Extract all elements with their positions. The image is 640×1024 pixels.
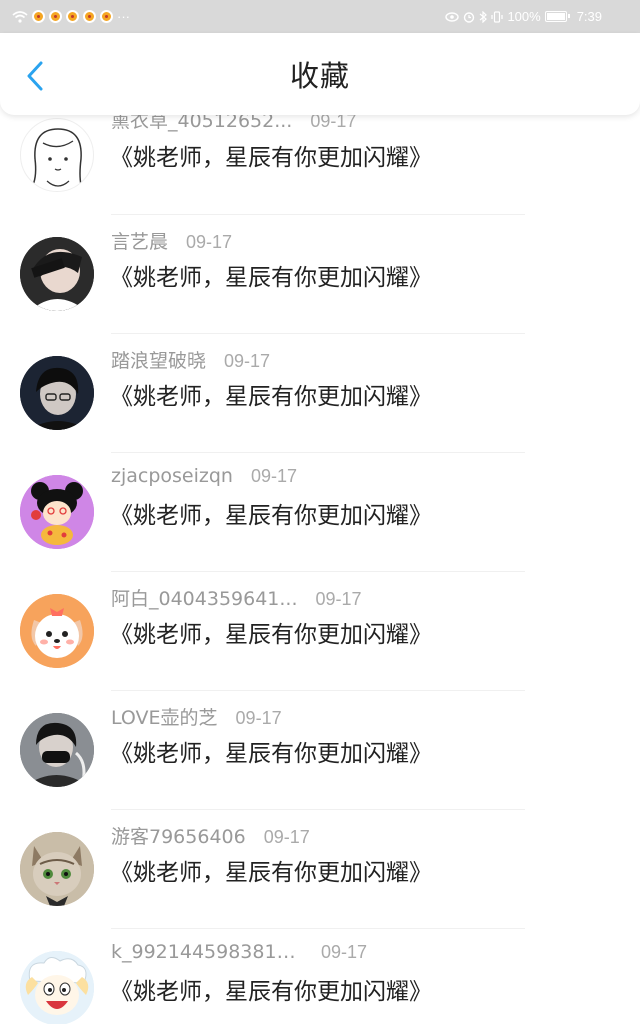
list-item[interactable]: 言艺晨 09-17 《姚老师，星辰有你更加闪耀》 <box>0 215 640 334</box>
notification-icon <box>83 10 96 23</box>
wifi-icon <box>12 10 28 23</box>
nav-header: 收藏 <box>0 33 640 115</box>
vibrate-icon <box>491 10 504 23</box>
item-username[interactable]: 游客79656406 <box>111 822 246 849</box>
list-item[interactable]: 阿白_0404359641... 09-17 《姚老师，星辰有你更加闪耀》 <box>0 572 640 691</box>
back-button[interactable] <box>18 59 52 93</box>
battery-icon <box>544 11 570 22</box>
item-meta: 言艺晨 09-17 <box>111 227 232 254</box>
avatar <box>20 832 94 906</box>
item-content[interactable]: 《姚老师，星辰有你更加闪耀》 <box>110 258 432 292</box>
item-username[interactable]: 踏浪望破晓 <box>111 346 206 373</box>
item-username[interactable]: 阿白_0404359641... <box>111 584 298 611</box>
list-item[interactable]: zjacposeizqn 09-17 《姚老师，星辰有你更加闪耀》 <box>0 453 640 572</box>
favorites-list: 熏衣草_40512652... 09-17 《姚老师，星辰有你更加闪耀》 言艺晨… <box>0 96 640 1024</box>
item-date: 09-17 <box>186 232 233 252</box>
battery-percent: 100% <box>507 9 541 24</box>
item-meta: k_9921445983812... 09-17 <box>111 941 367 963</box>
status-left: ··· <box>12 9 130 24</box>
status-bar: ··· 100% 7:39 <box>0 0 640 33</box>
item-username[interactable]: LOVE壶的芝 <box>111 703 218 730</box>
item-date: 09-17 <box>263 827 310 847</box>
item-meta: LOVE壶的芝 09-17 <box>111 703 282 730</box>
item-content[interactable]: 《姚老师，星辰有你更加闪耀》 <box>110 138 432 172</box>
item-content[interactable]: 《姚老师，星辰有你更加闪耀》 <box>110 734 432 768</box>
page-title: 收藏 <box>289 59 350 93</box>
avatar <box>20 475 94 549</box>
notification-icon <box>32 10 45 23</box>
item-meta: 游客79656406 09-17 <box>111 822 310 849</box>
item-date: 09-17 <box>235 708 282 728</box>
eye-icon <box>445 11 460 22</box>
alarm-icon <box>463 11 475 23</box>
item-username[interactable]: zjacposeizqn <box>111 465 233 487</box>
item-meta: zjacposeizqn 09-17 <box>111 465 297 487</box>
status-right: 100% 7:39 <box>445 9 602 24</box>
notification-icon <box>66 10 79 23</box>
item-content[interactable]: 《姚老师，星辰有你更加闪耀》 <box>110 615 432 649</box>
item-date: 09-17 <box>315 589 362 609</box>
item-date: 09-17 <box>250 466 298 486</box>
more-notifications: ··· <box>117 9 130 24</box>
item-username[interactable]: 言艺晨 <box>111 227 168 254</box>
avatar <box>20 713 94 787</box>
list-item[interactable]: LOVE壶的芝 09-17 《姚老师，星辰有你更加闪耀》 <box>0 691 640 810</box>
notification-icon <box>100 10 113 23</box>
list-item[interactable]: 游客79656406 09-17 《姚老师，星辰有你更加闪耀》 <box>0 810 640 929</box>
avatar <box>20 118 94 192</box>
clock: 7:39 <box>576 9 602 24</box>
list-item[interactable]: 踏浪望破晓 09-17 《姚老师，星辰有你更加闪耀》 <box>0 334 640 453</box>
item-meta: 踏浪望破晓 09-17 <box>111 346 270 373</box>
notification-icon <box>49 10 62 23</box>
item-content[interactable]: 《姚老师，星辰有你更加闪耀》 <box>110 377 432 411</box>
item-meta: 阿白_0404359641... 09-17 <box>111 584 362 611</box>
list-item[interactable]: k_9921445983812... 09-17 《姚老师，星辰有你更加闪耀》 <box>0 929 640 1024</box>
item-username[interactable]: k_9921445983812... <box>111 941 303 963</box>
item-content[interactable]: 《姚老师，星辰有你更加闪耀》 <box>110 496 432 530</box>
avatar <box>20 951 94 1024</box>
chevron-left-icon <box>27 61 43 91</box>
item-content[interactable]: 《姚老师，星辰有你更加闪耀》 <box>110 972 432 1006</box>
avatar <box>20 237 94 311</box>
avatar <box>20 356 94 430</box>
bluetooth-icon <box>479 10 488 23</box>
item-date: 09-17 <box>224 351 271 371</box>
avatar <box>20 594 94 668</box>
item-date: 09-17 <box>321 942 368 962</box>
item-content[interactable]: 《姚老师，星辰有你更加闪耀》 <box>110 853 432 887</box>
